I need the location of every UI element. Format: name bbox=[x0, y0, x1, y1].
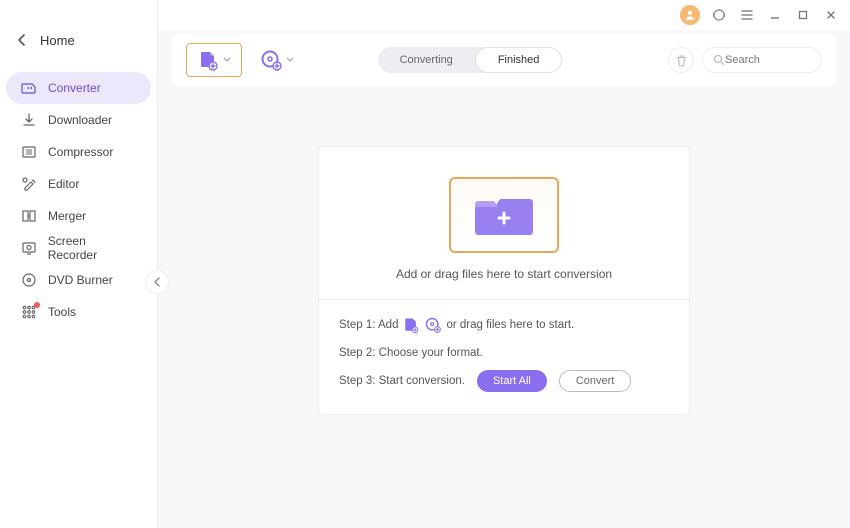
add-disc-icon bbox=[260, 49, 282, 71]
recorder-icon bbox=[20, 240, 38, 256]
titlebar bbox=[158, 0, 850, 30]
add-file-icon bbox=[197, 49, 219, 71]
sidebar-item-label: Compressor bbox=[48, 145, 113, 159]
download-icon bbox=[20, 112, 38, 128]
tab-finished[interactable]: Finished bbox=[475, 47, 563, 73]
sidebar-item-label: Screen Recorder bbox=[48, 234, 137, 262]
status-tabs: Converting Finished bbox=[378, 47, 563, 73]
clear-button[interactable] bbox=[668, 47, 694, 73]
tab-converting[interactable]: Converting bbox=[378, 47, 475, 73]
window-maximize[interactable] bbox=[794, 6, 812, 24]
sidebar-item-downloader[interactable]: Downloader bbox=[6, 104, 151, 136]
toolbar: Converting Finished bbox=[172, 34, 836, 86]
step-2: Step 2: Choose your format. bbox=[339, 342, 669, 364]
drop-card: Add or drag files here to start conversi… bbox=[318, 146, 690, 415]
sidebar: Home Converter Downloader Compressor Edi bbox=[0, 0, 158, 528]
notification-dot bbox=[34, 302, 40, 308]
user-avatar[interactable] bbox=[680, 5, 700, 25]
sidebar-item-label: Converter bbox=[48, 81, 101, 95]
add-disc-icon-small bbox=[424, 316, 442, 334]
sidebar-item-label: Editor bbox=[48, 177, 79, 191]
add-file-button[interactable] bbox=[186, 43, 242, 77]
sidebar-item-screen-recorder[interactable]: Screen Recorder bbox=[6, 232, 151, 264]
back-icon bbox=[16, 34, 28, 46]
home-nav[interactable]: Home bbox=[0, 16, 157, 64]
tools-icon bbox=[20, 304, 38, 320]
folder-plus-icon bbox=[472, 191, 536, 239]
support-icon[interactable] bbox=[710, 6, 728, 24]
trash-icon bbox=[675, 54, 688, 67]
sidebar-item-editor[interactable]: Editor bbox=[6, 168, 151, 200]
converter-icon bbox=[20, 80, 38, 96]
search-input[interactable] bbox=[725, 54, 805, 66]
home-label: Home bbox=[40, 33, 75, 48]
main-area: Converting Finished bbox=[158, 0, 850, 528]
chevron-down-icon bbox=[223, 56, 231, 64]
add-disc-button[interactable] bbox=[250, 43, 304, 77]
steps-panel: Step 1: Add or drag files here to start.… bbox=[319, 300, 689, 414]
sidebar-item-dvd-burner[interactable]: DVD Burner bbox=[6, 264, 151, 296]
sidebar-collapse-handle[interactable] bbox=[145, 270, 169, 294]
sidebar-item-label: Merger bbox=[48, 209, 86, 223]
chevron-down-icon bbox=[286, 56, 294, 64]
chevron-left-icon bbox=[153, 277, 161, 287]
sidebar-item-label: Downloader bbox=[48, 113, 112, 127]
step3-text: Step 3: Start conversion. bbox=[339, 375, 465, 387]
sidebar-item-tools[interactable]: Tools bbox=[6, 296, 151, 328]
start-all-button[interactable]: Start All bbox=[477, 370, 547, 392]
merger-icon bbox=[20, 208, 38, 224]
step1-suffix: or drag files here to start. bbox=[446, 319, 574, 331]
content-area: Add or drag files here to start conversi… bbox=[158, 86, 850, 528]
step2-text: Step 2: Choose your format. bbox=[339, 347, 483, 359]
search-box[interactable] bbox=[702, 47, 822, 73]
drop-zone[interactable]: Add or drag files here to start conversi… bbox=[319, 147, 689, 300]
sidebar-item-compressor[interactable]: Compressor bbox=[6, 136, 151, 168]
step1-prefix: Step 1: Add bbox=[339, 319, 398, 331]
editor-icon bbox=[20, 176, 38, 192]
add-folder-button[interactable] bbox=[449, 177, 559, 253]
sidebar-item-label: Tools bbox=[48, 305, 76, 319]
window-close[interactable] bbox=[822, 6, 840, 24]
add-file-icon-small bbox=[402, 316, 420, 334]
step-1: Step 1: Add or drag files here to start. bbox=[339, 314, 669, 336]
step-3: Step 3: Start conversion. Start All Conv… bbox=[339, 370, 669, 392]
drop-headline: Add or drag files here to start conversi… bbox=[396, 267, 612, 281]
convert-button[interactable]: Convert bbox=[559, 370, 632, 392]
sidebar-item-merger[interactable]: Merger bbox=[6, 200, 151, 232]
menu-icon[interactable] bbox=[738, 6, 756, 24]
window-minimize[interactable] bbox=[766, 6, 784, 24]
search-icon bbox=[713, 54, 725, 66]
sidebar-item-label: DVD Burner bbox=[48, 273, 113, 287]
compress-icon bbox=[20, 144, 38, 160]
disc-icon bbox=[20, 272, 38, 288]
sidebar-item-converter[interactable]: Converter bbox=[6, 72, 151, 104]
